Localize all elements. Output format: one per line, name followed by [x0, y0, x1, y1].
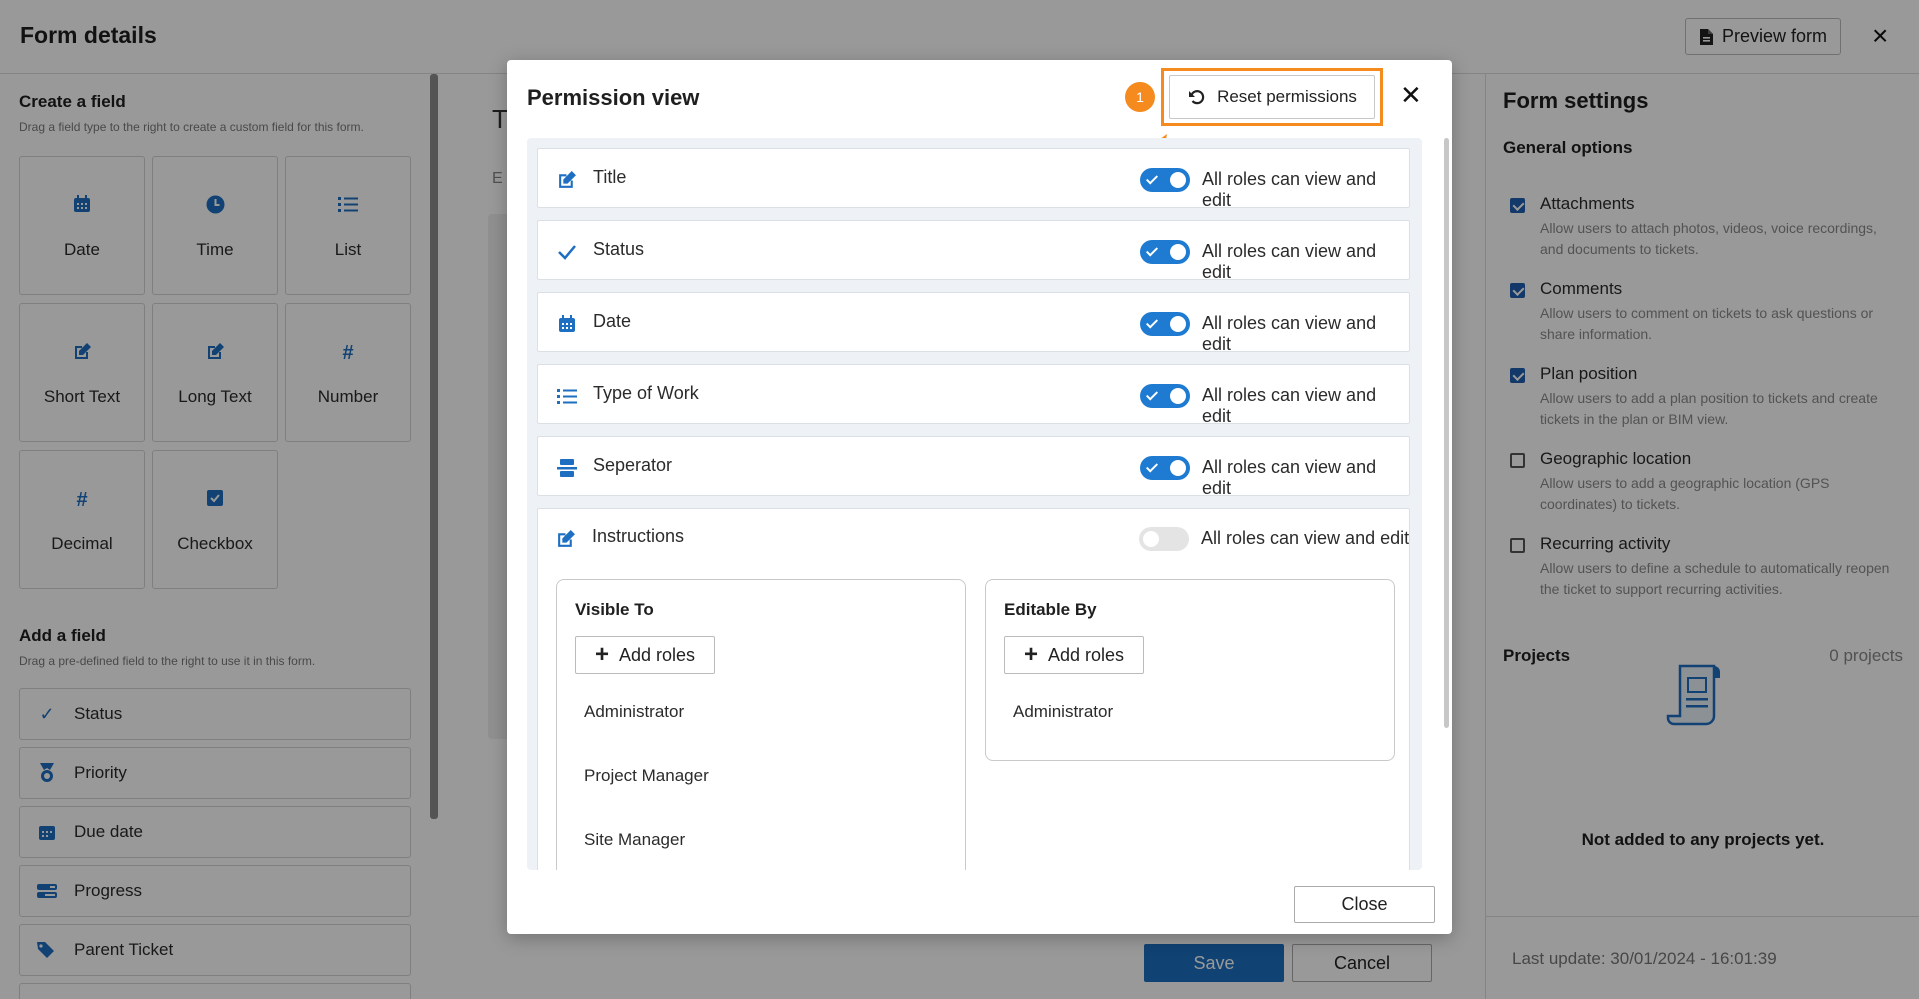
separator-icon — [556, 457, 578, 479]
visible-to-box: Visible To + Add roles Administrator Pro… — [556, 579, 966, 870]
reset-permissions-label: Reset permissions — [1217, 87, 1357, 106]
toggle-label: All roles can view and edit — [1202, 169, 1377, 210]
check-icon — [556, 241, 578, 263]
permission-row-status: Status All roles can view and edit — [537, 220, 1410, 282]
role-item: Project Manager — [584, 766, 709, 785]
permission-toggle[interactable] — [1140, 456, 1190, 480]
edit-icon — [556, 169, 578, 191]
close-icon[interactable]: ✕ — [1400, 82, 1422, 108]
toggle-label: All roles can view and edit — [1202, 457, 1377, 498]
reset-permissions-button[interactable]: Reset permissions — [1169, 75, 1375, 119]
plus-icon: + — [594, 641, 609, 668]
close-button[interactable]: Close — [1294, 886, 1435, 923]
add-roles-button[interactable]: + Add roles — [575, 636, 715, 674]
add-roles-button[interactable]: + Add roles — [1004, 636, 1144, 674]
add-roles-label: Add roles — [618, 644, 696, 665]
permission-row-seperator: Seperator All roles can view and edit — [537, 436, 1410, 498]
permission-row-title: Title All roles can view and edit — [537, 148, 1410, 210]
toggle-label: All roles can view and edit — [1202, 241, 1377, 282]
permission-toggle[interactable] — [1140, 384, 1190, 408]
toggle-label: All roles can view and edit — [1201, 528, 1410, 548]
toggle-label: All roles can view and edit — [1202, 385, 1377, 426]
field-name: Date — [593, 311, 632, 331]
permission-toggle[interactable] — [1140, 240, 1190, 264]
editable-by-heading: Editable By — [1004, 600, 1097, 619]
permission-row-type-of-work: Type of Work All roles can view and edit — [537, 364, 1410, 426]
field-name: Instructions — [592, 526, 685, 546]
permission-toggle[interactable] — [1140, 312, 1190, 336]
permission-row-instructions: Instructions All roles can view and edit… — [537, 508, 1410, 870]
visible-to-heading: Visible To — [575, 600, 654, 619]
edit-icon — [555, 528, 577, 550]
undo-icon — [1189, 90, 1205, 105]
permission-toggle[interactable] — [1139, 527, 1189, 551]
toggle-label: All roles can view and edit — [1202, 313, 1377, 354]
list-icon — [556, 385, 578, 407]
plus-icon: + — [1023, 641, 1038, 668]
field-name: Type of Work — [593, 383, 699, 403]
permission-row-date: Date All roles can view and edit — [537, 292, 1410, 354]
add-roles-label: Add roles — [1047, 644, 1125, 665]
instructions-header: Instructions All roles can view and edit — [537, 508, 1410, 568]
field-name: Title — [593, 167, 627, 187]
dialog-title: Permission view — [527, 85, 700, 110]
role-item: Site Manager — [584, 830, 686, 849]
permission-list[interactable]: Title All roles can view and edit Status… — [527, 138, 1422, 870]
permission-toggle[interactable] — [1140, 168, 1190, 192]
calendar-icon — [556, 313, 578, 335]
role-item: Administrator — [1013, 702, 1114, 721]
editable-by-box: Editable By + Add roles Administrator — [985, 579, 1395, 761]
permission-view-dialog: Permission view 1 Reset permissions ✕ Ti… — [507, 60, 1452, 934]
step-badge: 1 — [1125, 82, 1155, 112]
dialog-scrollbar[interactable] — [1444, 138, 1449, 728]
field-name: Seperator — [593, 455, 673, 475]
field-name: Status — [593, 239, 645, 259]
role-item: Administrator — [584, 702, 685, 721]
